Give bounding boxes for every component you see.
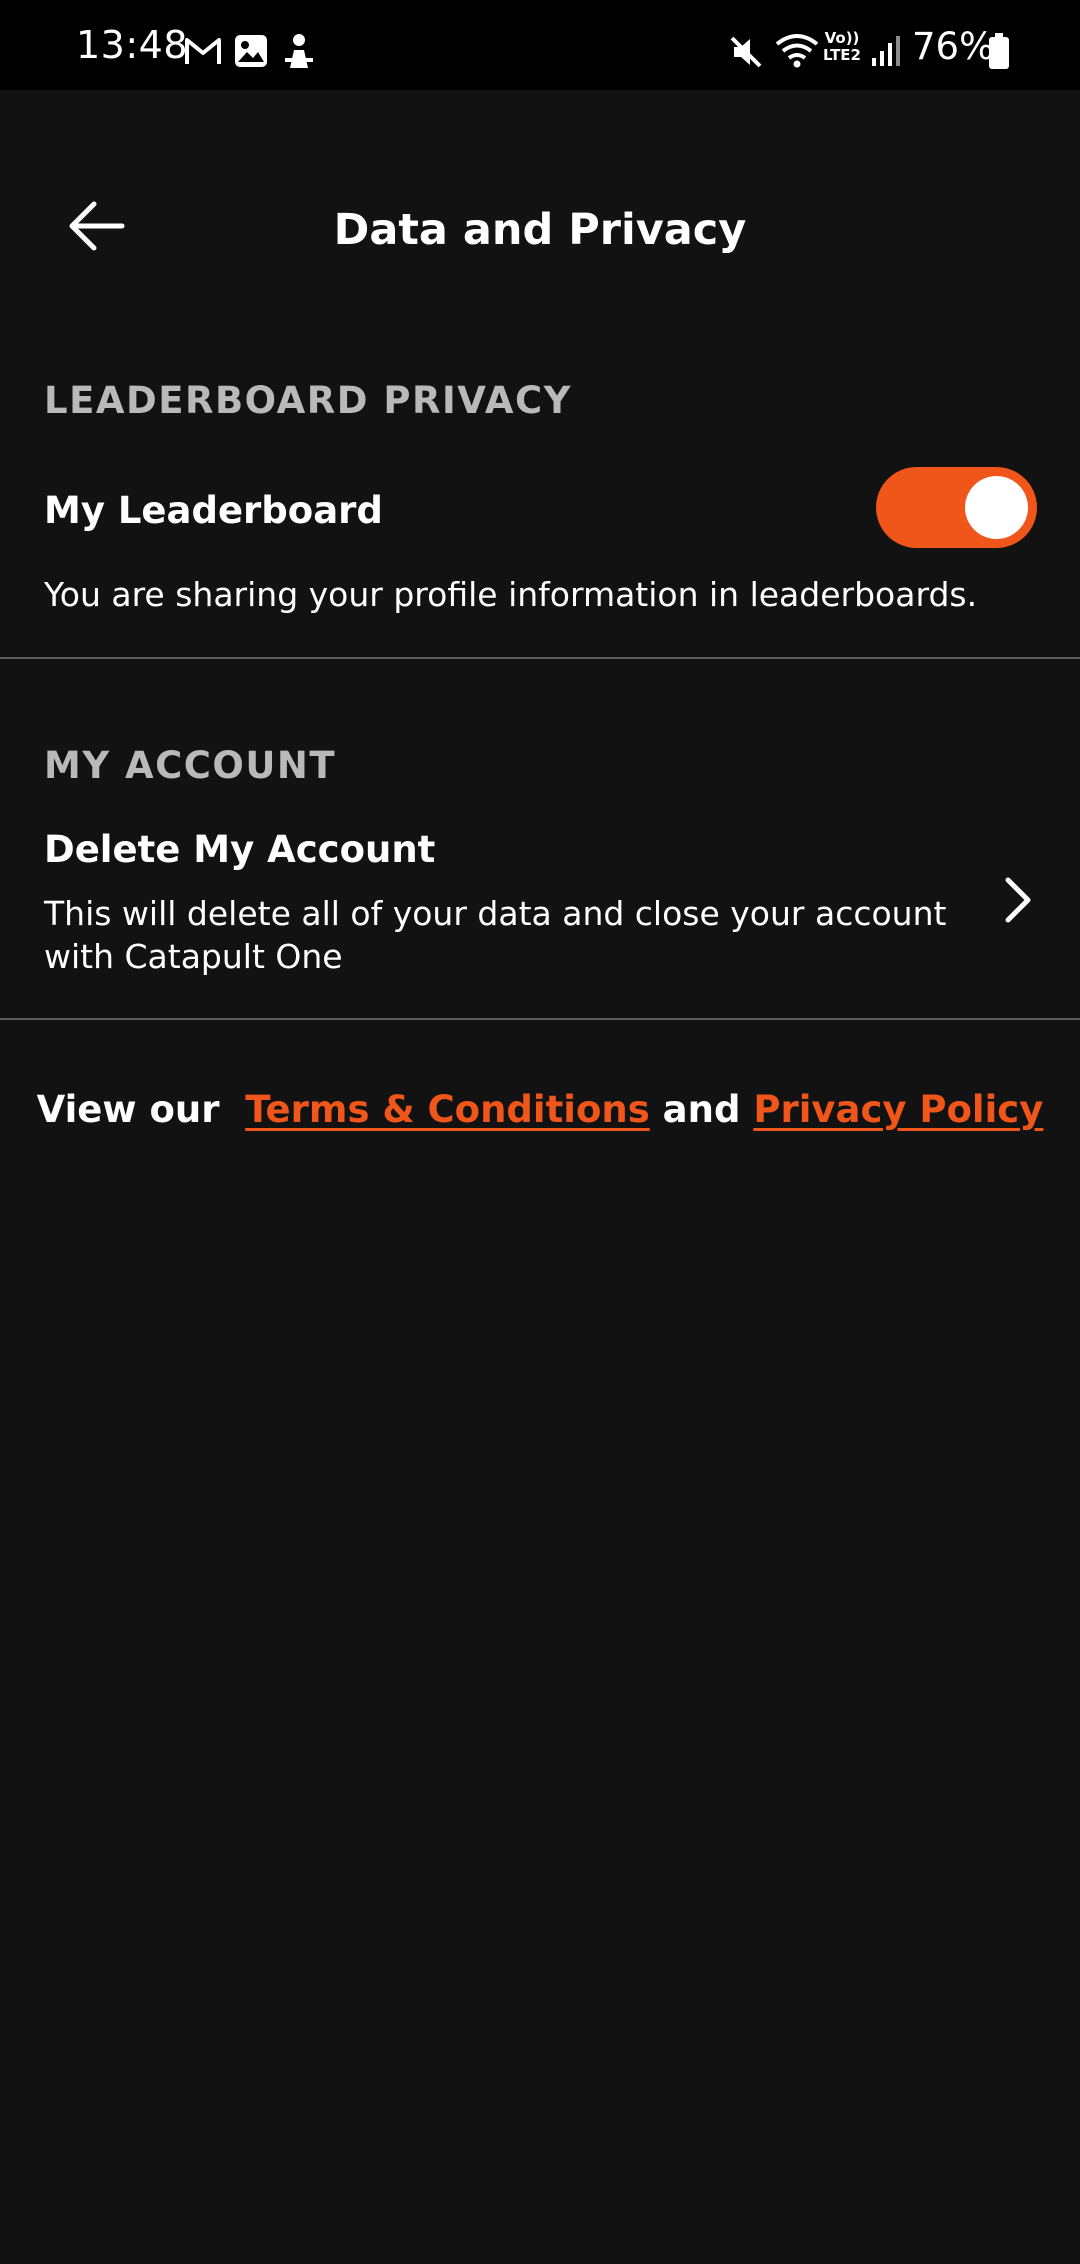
lte-label: LTE2	[823, 46, 861, 64]
my-leaderboard-label: My Leaderboard	[44, 489, 383, 532]
legal-links: View our Terms & Conditions and Privacy …	[0, 1083, 1080, 1137]
mute-icon	[730, 36, 762, 68]
my-leaderboard-description: You are sharing your profile information…	[44, 575, 978, 614]
gallery-icon	[235, 35, 267, 67]
delete-account-description-line2: with Catapult One	[44, 937, 343, 976]
divider	[0, 657, 1080, 659]
wifi-icon	[775, 34, 819, 68]
chevron-right-icon[interactable]	[1000, 876, 1036, 924]
leaderboard-privacy-heading: LEADERBOARD PRIVACY	[44, 379, 572, 422]
my-leaderboard-toggle[interactable]	[876, 467, 1037, 548]
divider	[0, 1018, 1080, 1020]
my-account-heading: MY ACCOUNT	[44, 744, 337, 787]
gmail-icon	[185, 38, 221, 64]
status-bar: 13:48 Vo)) LTE2 76%	[0, 0, 1080, 90]
status-time: 13:48	[76, 23, 189, 67]
toggle-knob	[965, 476, 1028, 539]
battery-icon	[989, 33, 1009, 69]
and-text: and	[662, 1088, 741, 1131]
app-notification-icon	[285, 34, 313, 68]
volte-lte2-icon: Vo)) LTE2	[822, 30, 862, 64]
delete-account-description-line1: This will delete all of your data and cl…	[44, 894, 947, 933]
signal-icon	[872, 36, 900, 66]
delete-account-label: Delete My Account	[44, 828, 436, 871]
view-our-text: View our	[36, 1088, 220, 1131]
page-title: Data and Privacy	[333, 205, 747, 255]
volte-label: Vo))	[824, 29, 860, 47]
privacy-policy-link[interactable]: Privacy Policy	[753, 1088, 1043, 1131]
terms-conditions-link[interactable]: Terms & Conditions	[245, 1088, 650, 1131]
battery-percent: 76%	[912, 25, 995, 68]
